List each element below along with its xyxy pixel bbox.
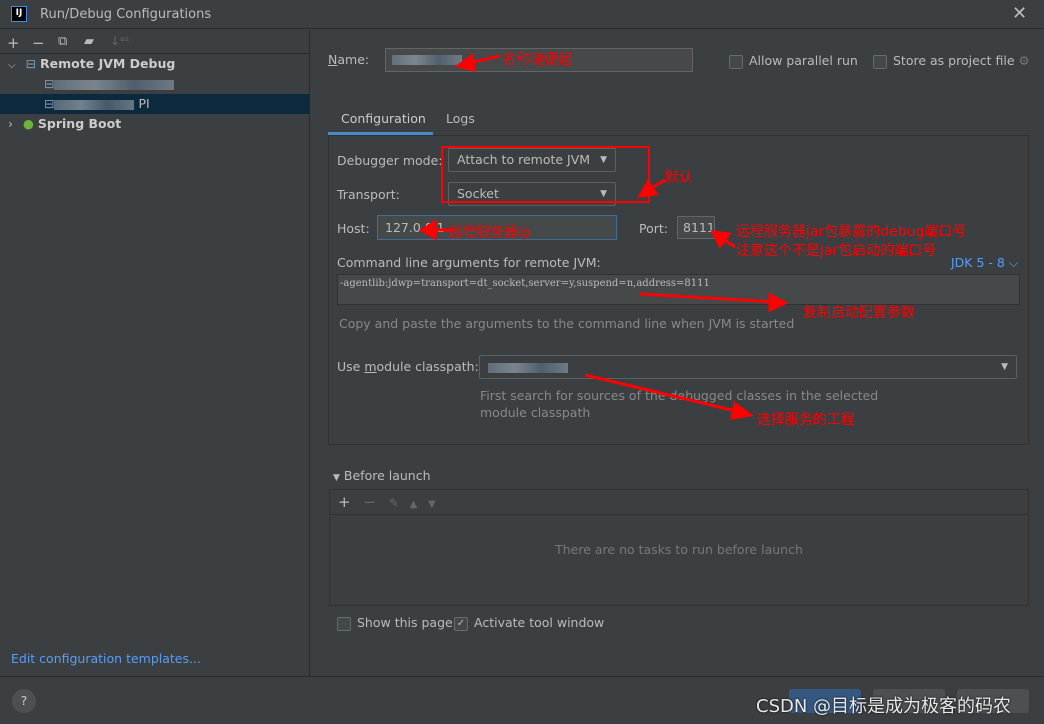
annotation-module: 选择服务的工程 bbox=[757, 412, 855, 428]
annotation-port-2: 注意这个不是jar包启动的端口号 bbox=[736, 243, 937, 259]
annotation-name: 名称随便起 bbox=[502, 52, 572, 68]
annotation-host: 远程服务器ip bbox=[448, 225, 531, 241]
annotation-port-1: 远程服务器jar包暴露的debug端口号 bbox=[736, 224, 967, 240]
annotation-args: 复制启动配置参数 bbox=[803, 305, 915, 321]
annotation-arrows bbox=[419, 53, 789, 420]
annotation-default: 默认 bbox=[665, 170, 693, 186]
